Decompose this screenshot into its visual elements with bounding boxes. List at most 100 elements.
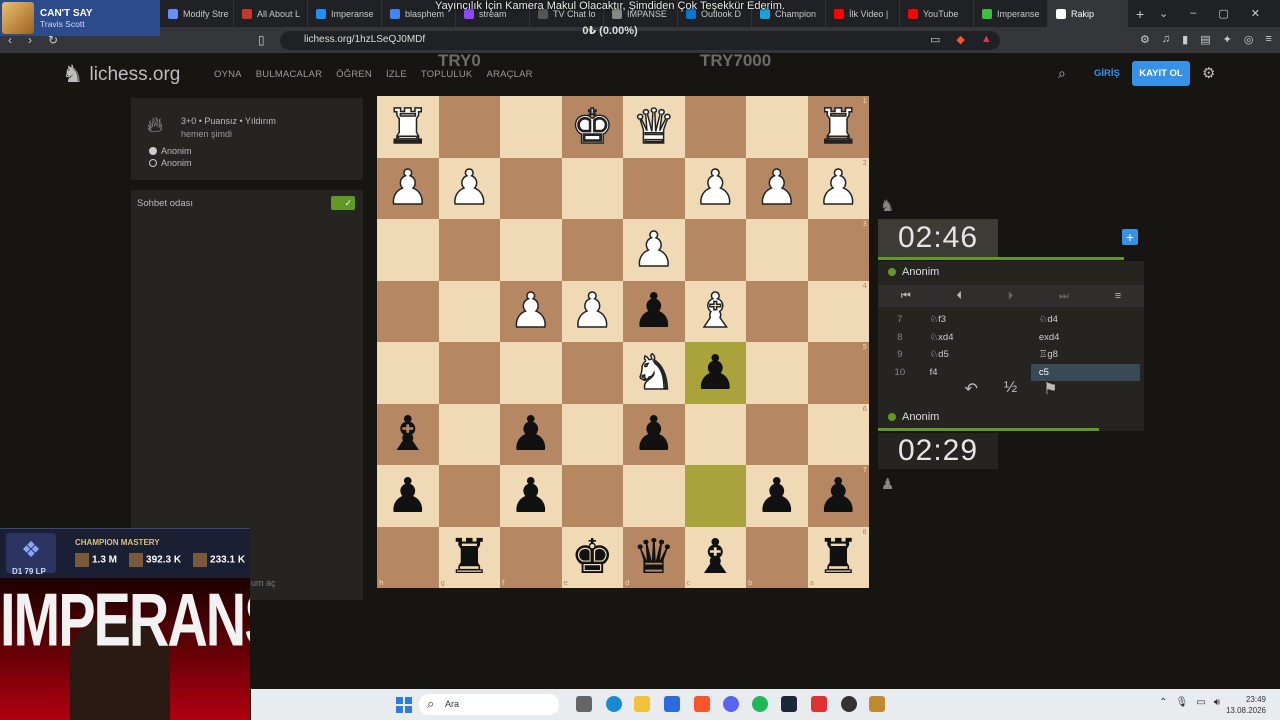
- white-move[interactable]: ♘xd4: [922, 329, 1031, 346]
- board-square[interactable]: h: [377, 526, 439, 588]
- board-square[interactable]: [561, 403, 623, 465]
- store-icon[interactable]: [664, 696, 680, 712]
- board-square[interactable]: [746, 219, 808, 281]
- board-square[interactable]: 4: [807, 280, 869, 342]
- spotify-icon[interactable]: [752, 696, 768, 712]
- takeback-icon[interactable]: ↶: [964, 379, 977, 403]
- add-time-button[interactable]: +: [1122, 229, 1138, 245]
- board-square[interactable]: ♟: [746, 465, 808, 527]
- chess-piece[interactable]: ♟: [632, 410, 675, 458]
- board-square[interactable]: ♜: [377, 96, 439, 158]
- chess-piece[interactable]: ♜: [816, 102, 861, 152]
- board-square[interactable]: ♝: [684, 280, 746, 342]
- board-square[interactable]: [438, 465, 500, 527]
- chess-piece[interactable]: ♞: [631, 348, 676, 398]
- board-square[interactable]: ♟: [561, 280, 623, 342]
- chess-board[interactable]: ♜ ♚ ♛ ♜ 1 ♟ ♟ ♟ ♟ ♟ 2 ♟ 3 ♟ ♟ ♟ ♝ 4 ♞ ♟ 5 ♝ ♟ ♟ 6 ♟ ♟ ♟ ♟ 7 h ♜ g f ♚ e ♛ d ♝ c…: [377, 96, 869, 588]
- board-square[interactable]: 5: [807, 342, 869, 404]
- board-square[interactable]: [561, 157, 623, 219]
- board-square[interactable]: ♜ g: [438, 526, 500, 588]
- player-name-row[interactable]: Anonim: [888, 411, 939, 423]
- board-square[interactable]: [500, 157, 562, 219]
- network-icon[interactable]: ▭: [1196, 697, 1205, 708]
- minimize-icon[interactable]: –: [1190, 7, 1196, 20]
- chess-piece[interactable]: ♝: [386, 410, 429, 458]
- site-logo[interactable]: ♞ lichess.org: [62, 60, 180, 89]
- recorder-icon[interactable]: [811, 696, 827, 712]
- tab-list-icon[interactable]: ⌄: [1159, 7, 1168, 20]
- board-square[interactable]: [746, 403, 808, 465]
- brave-icon[interactable]: [694, 696, 710, 712]
- chess-piece[interactable]: ♜: [385, 102, 430, 152]
- board-square[interactable]: [623, 465, 685, 527]
- chess-piece[interactable]: ♜: [448, 533, 491, 581]
- prev-move-icon[interactable]: ⏴: [957, 290, 963, 303]
- vpn-icon[interactable]: ◎: [1244, 33, 1254, 46]
- white-player[interactable]: Anonim: [149, 146, 192, 156]
- move-menu-icon[interactable]: ≡: [1115, 290, 1121, 302]
- chess-piece[interactable]: ♟: [817, 472, 860, 520]
- chess-piece[interactable]: ♜: [817, 533, 860, 581]
- board-square[interactable]: [500, 219, 562, 281]
- board-square[interactable]: [561, 219, 623, 281]
- board-square[interactable]: [746, 342, 808, 404]
- nav-tools[interactable]: ARAÇLAR: [486, 69, 532, 80]
- black-move[interactable]: exd4: [1031, 329, 1140, 346]
- next-move-icon[interactable]: ⏵: [1008, 290, 1014, 303]
- discord-icon[interactable]: [723, 696, 739, 712]
- board-square[interactable]: ♝: [377, 403, 439, 465]
- board-square[interactable]: [438, 342, 500, 404]
- sidebar-icon[interactable]: ▮: [1182, 33, 1188, 46]
- opponent-name-row[interactable]: Anonim: [888, 266, 939, 278]
- board-square[interactable]: [684, 96, 746, 158]
- chess-piece[interactable]: ♟: [693, 164, 738, 214]
- board-square[interactable]: ♚ e: [561, 526, 623, 588]
- browser-tab[interactable]: Modify Stre: [160, 0, 234, 27]
- menu-icon[interactable]: ≡: [1265, 33, 1271, 46]
- chess-piece[interactable]: ♟: [385, 164, 430, 214]
- chat-input-hint[interactable]: um aç: [251, 578, 276, 588]
- settings-gear-icon[interactable]: ⚙: [1202, 64, 1215, 82]
- close-window-icon[interactable]: ✕: [1251, 7, 1260, 20]
- taskbar-search[interactable]: Ara: [419, 694, 559, 715]
- chess-piece[interactable]: ♟: [755, 472, 798, 520]
- signup-button[interactable]: KAYIT OL: [1132, 61, 1190, 86]
- edge-icon[interactable]: [606, 696, 622, 712]
- brave-shield-icon[interactable]: ◆: [956, 33, 964, 46]
- login-link[interactable]: GİRİŞ: [1094, 68, 1120, 79]
- chess-piece[interactable]: ♟: [631, 225, 676, 275]
- board-square[interactable]: ♟: [438, 157, 500, 219]
- board-square[interactable]: [746, 280, 808, 342]
- maximize-icon[interactable]: ▢: [1218, 7, 1228, 20]
- board-square[interactable]: ♜ 1: [807, 96, 869, 158]
- chat-toggle[interactable]: ✓: [331, 196, 355, 210]
- board-square[interactable]: ♚: [561, 96, 623, 158]
- board-square[interactable]: ♞: [623, 342, 685, 404]
- leo-icon[interactable]: ✦: [1223, 33, 1232, 46]
- board-square[interactable]: ♟: [623, 403, 685, 465]
- new-tab-icon[interactable]: +: [1136, 6, 1144, 22]
- chess-piece[interactable]: ♛: [632, 533, 675, 581]
- board-square[interactable]: ♝ c: [684, 526, 746, 588]
- board-square[interactable]: ♟: [500, 280, 562, 342]
- board-square[interactable]: ♟: [377, 157, 439, 219]
- steam-icon[interactable]: [781, 696, 797, 712]
- board-square[interactable]: [438, 219, 500, 281]
- chess-piece[interactable]: ♟: [694, 349, 737, 397]
- browser-tab[interactable]: All About L: [234, 0, 308, 27]
- chess-piece[interactable]: ♝: [694, 533, 737, 581]
- tray-chevron-icon[interactable]: ⌃: [1159, 697, 1167, 708]
- clock[interactable]: 23:49 13.08.2026: [1226, 694, 1266, 716]
- search-icon[interactable]: ⌕: [1058, 65, 1066, 82]
- draw-offer-icon[interactable]: ½: [1004, 379, 1017, 403]
- chess-piece[interactable]: ♟: [508, 287, 553, 337]
- board-square[interactable]: [438, 96, 500, 158]
- extensions-icon[interactable]: ⚙: [1140, 33, 1150, 46]
- board-square[interactable]: [684, 403, 746, 465]
- board-square[interactable]: [684, 219, 746, 281]
- board-square[interactable]: ♟ 2: [807, 157, 869, 219]
- board-square[interactable]: 3: [807, 219, 869, 281]
- last-move-icon[interactable]: ⏭: [1059, 290, 1069, 303]
- black-player[interactable]: Anonim: [149, 158, 192, 168]
- mic-icon[interactable]: 🎙︎: [1176, 697, 1189, 708]
